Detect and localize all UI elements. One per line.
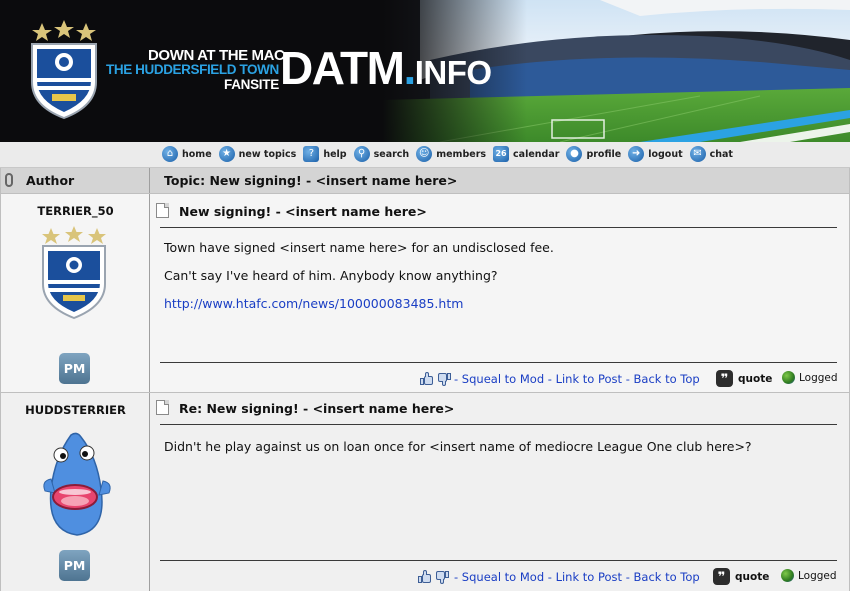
logged-label: Logged [799,371,838,384]
search-icon: ⚲ [353,146,370,162]
nav-home[interactable]: ⌂ home [162,146,212,162]
post-author-name[interactable]: TERRIER_50 [1,204,150,218]
post-body-line: Can't say I've heard of him. Anybody kno… [164,268,498,283]
site-logo-text[interactable]: DATM.INFO [280,45,492,96]
logged-status: Logged [782,371,838,384]
quote-icon: ❞ [713,568,730,585]
nav-profile-label: profile [586,148,622,160]
post: HUDDSTERRIER PM Re: New signing! - <inse… [1,393,849,591]
topic-title: Topic: New signing! - <insert name here> [164,173,458,188]
thumbs-up-icon[interactable] [418,570,432,583]
post-document-icon [156,400,169,415]
paperclip-icon [5,173,13,187]
logged-label: Logged [798,569,837,582]
post-footer-divider [160,560,837,561]
star-icon: ★ [218,146,235,162]
thumbs-up-icon[interactable] [420,372,434,385]
site-banner: DOWN AT THE MAC THE HUDDERSFIELD TOWN FA… [0,0,850,142]
quote-label: quote [735,570,770,583]
author-header-label: Author [26,173,75,188]
post-footer-links[interactable]: - Squeal to Mod - Link to Post - Back to… [454,570,700,584]
nav-help-label: help [323,148,347,160]
nav-logout-label: logout [648,148,683,160]
post-document-icon [156,203,169,218]
home-icon: ⌂ [162,146,178,162]
nav-search[interactable]: ⚲ search [353,146,410,162]
post-body-line: Didn't he play against us on loan once f… [164,439,752,454]
globe-icon [781,569,794,582]
logo-dot: . [403,42,416,94]
quote-icon: ❞ [716,370,733,387]
nav-help[interactable]: ? help [303,146,347,162]
post-title[interactable]: Re: New signing! - <insert name here> [179,401,454,416]
club-crest-logo[interactable] [22,20,106,120]
nav-calendar-label: calendar [513,148,560,160]
user-avatar[interactable] [41,431,113,540]
post-divider [160,227,837,228]
post-author-panel: TERRIER_50 PM [1,194,150,392]
nav-members[interactable]: ☺ members [416,146,486,162]
main-nav: ⌂ home ★ new topics ? help ⚲ search ☺ members… [0,142,850,168]
post-title[interactable]: New signing! - <insert name here> [179,204,427,219]
quote-label: quote [738,372,773,385]
post-divider [160,424,837,425]
nav-members-label: members [436,148,487,160]
calendar-icon: 26 [493,146,510,162]
thumbs-down-icon[interactable] [435,571,449,584]
members-icon: ☺ [416,146,433,162]
nav-search-label: search [373,148,410,160]
logged-status: Logged [781,569,837,582]
author-column-header: Author [1,168,150,193]
post-footer-links[interactable]: - Squeal to Mod - Link to Post - Back to… [454,372,700,386]
nav-new-topics[interactable]: ★ new topics [218,146,297,162]
nav-chat-label: chat [709,148,733,160]
nav-chat[interactable]: ✉ chat [689,146,733,162]
nav-new-topics-label: new topics [238,148,297,160]
nav-logout[interactable]: ➜ logout [628,146,683,162]
post-body-line: Town have signed <insert name here> for … [164,240,554,255]
post-footer-divider [160,362,837,363]
post-author-name[interactable]: HUDDSTERRIER [1,403,150,417]
nav-profile[interactable]: ● profile [566,146,621,162]
user-avatar[interactable] [41,226,107,323]
help-icon: ? [303,146,320,162]
nav-home-label: home [182,148,212,160]
logo-main: DATM [280,42,405,94]
thread-table: Author Topic: New signing! - <insert nam… [0,168,850,591]
nav-calendar[interactable]: 26 calendar [493,146,559,162]
logo-suffix: INFO [414,54,492,91]
post: TERRIER_50 PM New signing! - <insert nam… [1,194,849,393]
logout-icon: ➜ [628,146,645,162]
post-footer: - Squeal to Mod - Link to Post - Back to… [1,566,849,586]
post-link[interactable]: http://www.htafc.com/news/100000083485.h… [164,296,463,311]
globe-icon [782,371,795,384]
quote-button[interactable]: ❞ quote [716,370,772,387]
site-title-line3: FANSITE [224,77,279,92]
post-author-panel: HUDDSTERRIER PM [1,393,150,591]
quote-button[interactable]: ❞ quote [713,568,769,585]
thread-header: Author Topic: New signing! - <insert nam… [1,168,849,194]
profile-icon: ● [566,146,583,162]
site-title-line2: THE HUDDERSFIELD TOWN [106,62,279,77]
thumbs-down-icon[interactable] [437,373,451,386]
chat-icon: ✉ [689,146,706,162]
post-footer: - Squeal to Mod - Link to Post - Back to… [1,368,849,388]
